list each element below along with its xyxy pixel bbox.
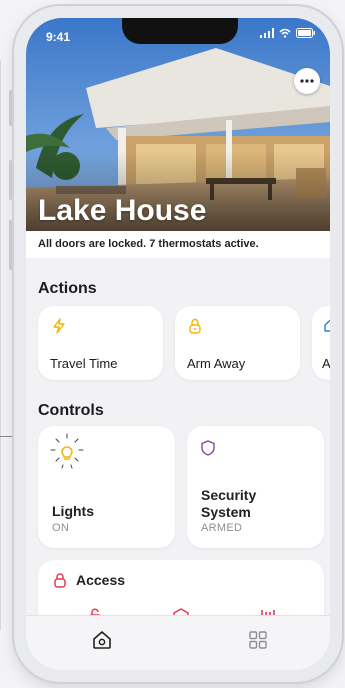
hero-image: 9:41 Lake House xyxy=(26,18,330,258)
lightning-icon xyxy=(52,318,66,339)
action-travel-time[interactable]: Travel Time xyxy=(38,306,163,380)
home-title: Lake House xyxy=(38,194,207,227)
phone-frame: 9:41 Lake House All doors are locked. 7 … xyxy=(14,6,342,682)
actions-section-title: Actions xyxy=(38,280,97,297)
tab-bar xyxy=(26,615,330,670)
more-options-button[interactable] xyxy=(294,68,320,94)
phone-screen: 9:41 Lake House All doors are locked. 7 … xyxy=(26,18,330,670)
action-arm-away[interactable]: Arm Away xyxy=(175,306,300,380)
control-title: Lights xyxy=(52,503,94,519)
signal-icon xyxy=(260,28,274,38)
phone-notch xyxy=(122,18,238,44)
access-title: Access xyxy=(76,572,126,588)
status-icons xyxy=(260,28,316,38)
lightbulb-icon xyxy=(48,432,86,475)
control-title-line2: System xyxy=(201,504,251,520)
home-tab-icon[interactable] xyxy=(92,630,112,655)
ellipsis-icon xyxy=(300,79,314,83)
lock-icon xyxy=(54,573,66,593)
action-label: Arm Away xyxy=(187,356,246,371)
control-lights[interactable]: Lights ON xyxy=(38,426,175,548)
status-time: 9:41 xyxy=(46,30,71,44)
action-third[interactable]: A xyxy=(312,306,330,380)
battery-icon xyxy=(296,28,316,38)
action-label: A xyxy=(322,356,330,371)
grid-tab-icon[interactable] xyxy=(248,630,268,655)
home-icon xyxy=(324,318,330,337)
control-status: ON xyxy=(52,522,70,534)
action-label: Travel Time xyxy=(50,356,118,371)
wifi-icon xyxy=(279,28,291,38)
control-status: ARMED xyxy=(201,522,243,534)
home-status-summary: All doors are locked. 7 thermostats acti… xyxy=(26,231,330,258)
lock-icon xyxy=(189,318,201,339)
controls-section-title: Controls xyxy=(38,402,104,419)
control-security-system[interactable]: Security System ARMED xyxy=(187,426,324,548)
left-guide xyxy=(0,60,13,630)
shield-icon xyxy=(201,440,215,461)
control-title-line1: Security xyxy=(201,487,257,503)
